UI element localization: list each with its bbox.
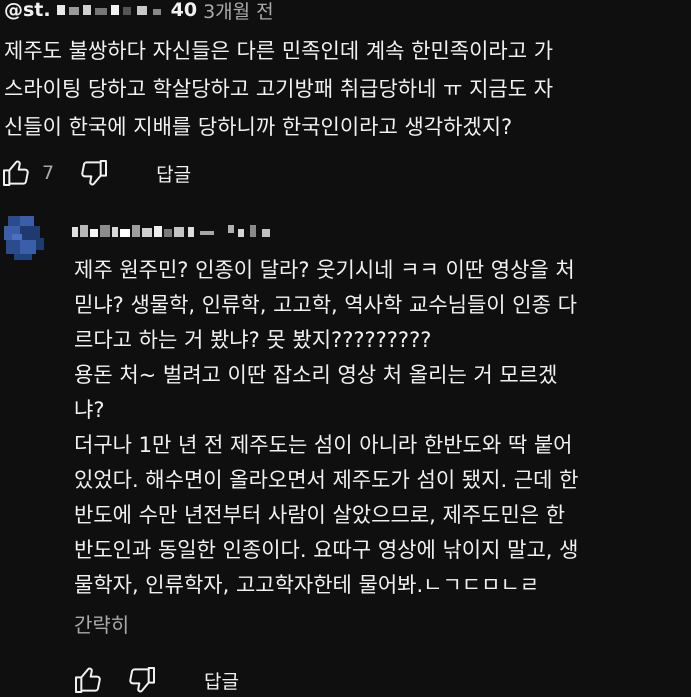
comment-author-handle-suffix: 40 <box>170 0 198 21</box>
redacted-reply-author <box>72 225 270 237</box>
comment-text: 제주도 불쌍하다 자신들은 다른 민족인데 계속 한민족이라고 가 스라이팅 당… <box>4 39 554 139</box>
comment-timestamp[interactable]: 3개월 전 <box>203 0 274 24</box>
thumbs-up-icon[interactable] <box>72 664 104 696</box>
reply-button[interactable]: 답글 <box>204 667 239 694</box>
like-count: 7 <box>42 162 55 184</box>
reply-actions: 답글 <box>72 664 239 696</box>
redacted-author-name <box>56 5 161 15</box>
thumbs-up-icon[interactable] <box>0 157 32 189</box>
thumbs-down-icon[interactable] <box>126 664 158 696</box>
thumbs-down-icon[interactable] <box>78 157 110 189</box>
comment-author-handle[interactable]: @st. <box>4 0 51 21</box>
reply-button[interactable]: 답글 <box>156 160 191 187</box>
reply-author[interactable] <box>70 218 274 246</box>
comment-actions: 7 답글 <box>0 157 191 189</box>
show-less-button[interactable]: 간략히 <box>74 609 129 638</box>
avatar[interactable] <box>0 210 48 262</box>
comment-header: @st. 40 3개월 전 <box>4 0 274 24</box>
reply-text: 제주 원주민? 인종이 달라? 웃기시네 ㅋㅋ 이딴 영상을 처 믿냐? 생물학… <box>74 258 579 597</box>
